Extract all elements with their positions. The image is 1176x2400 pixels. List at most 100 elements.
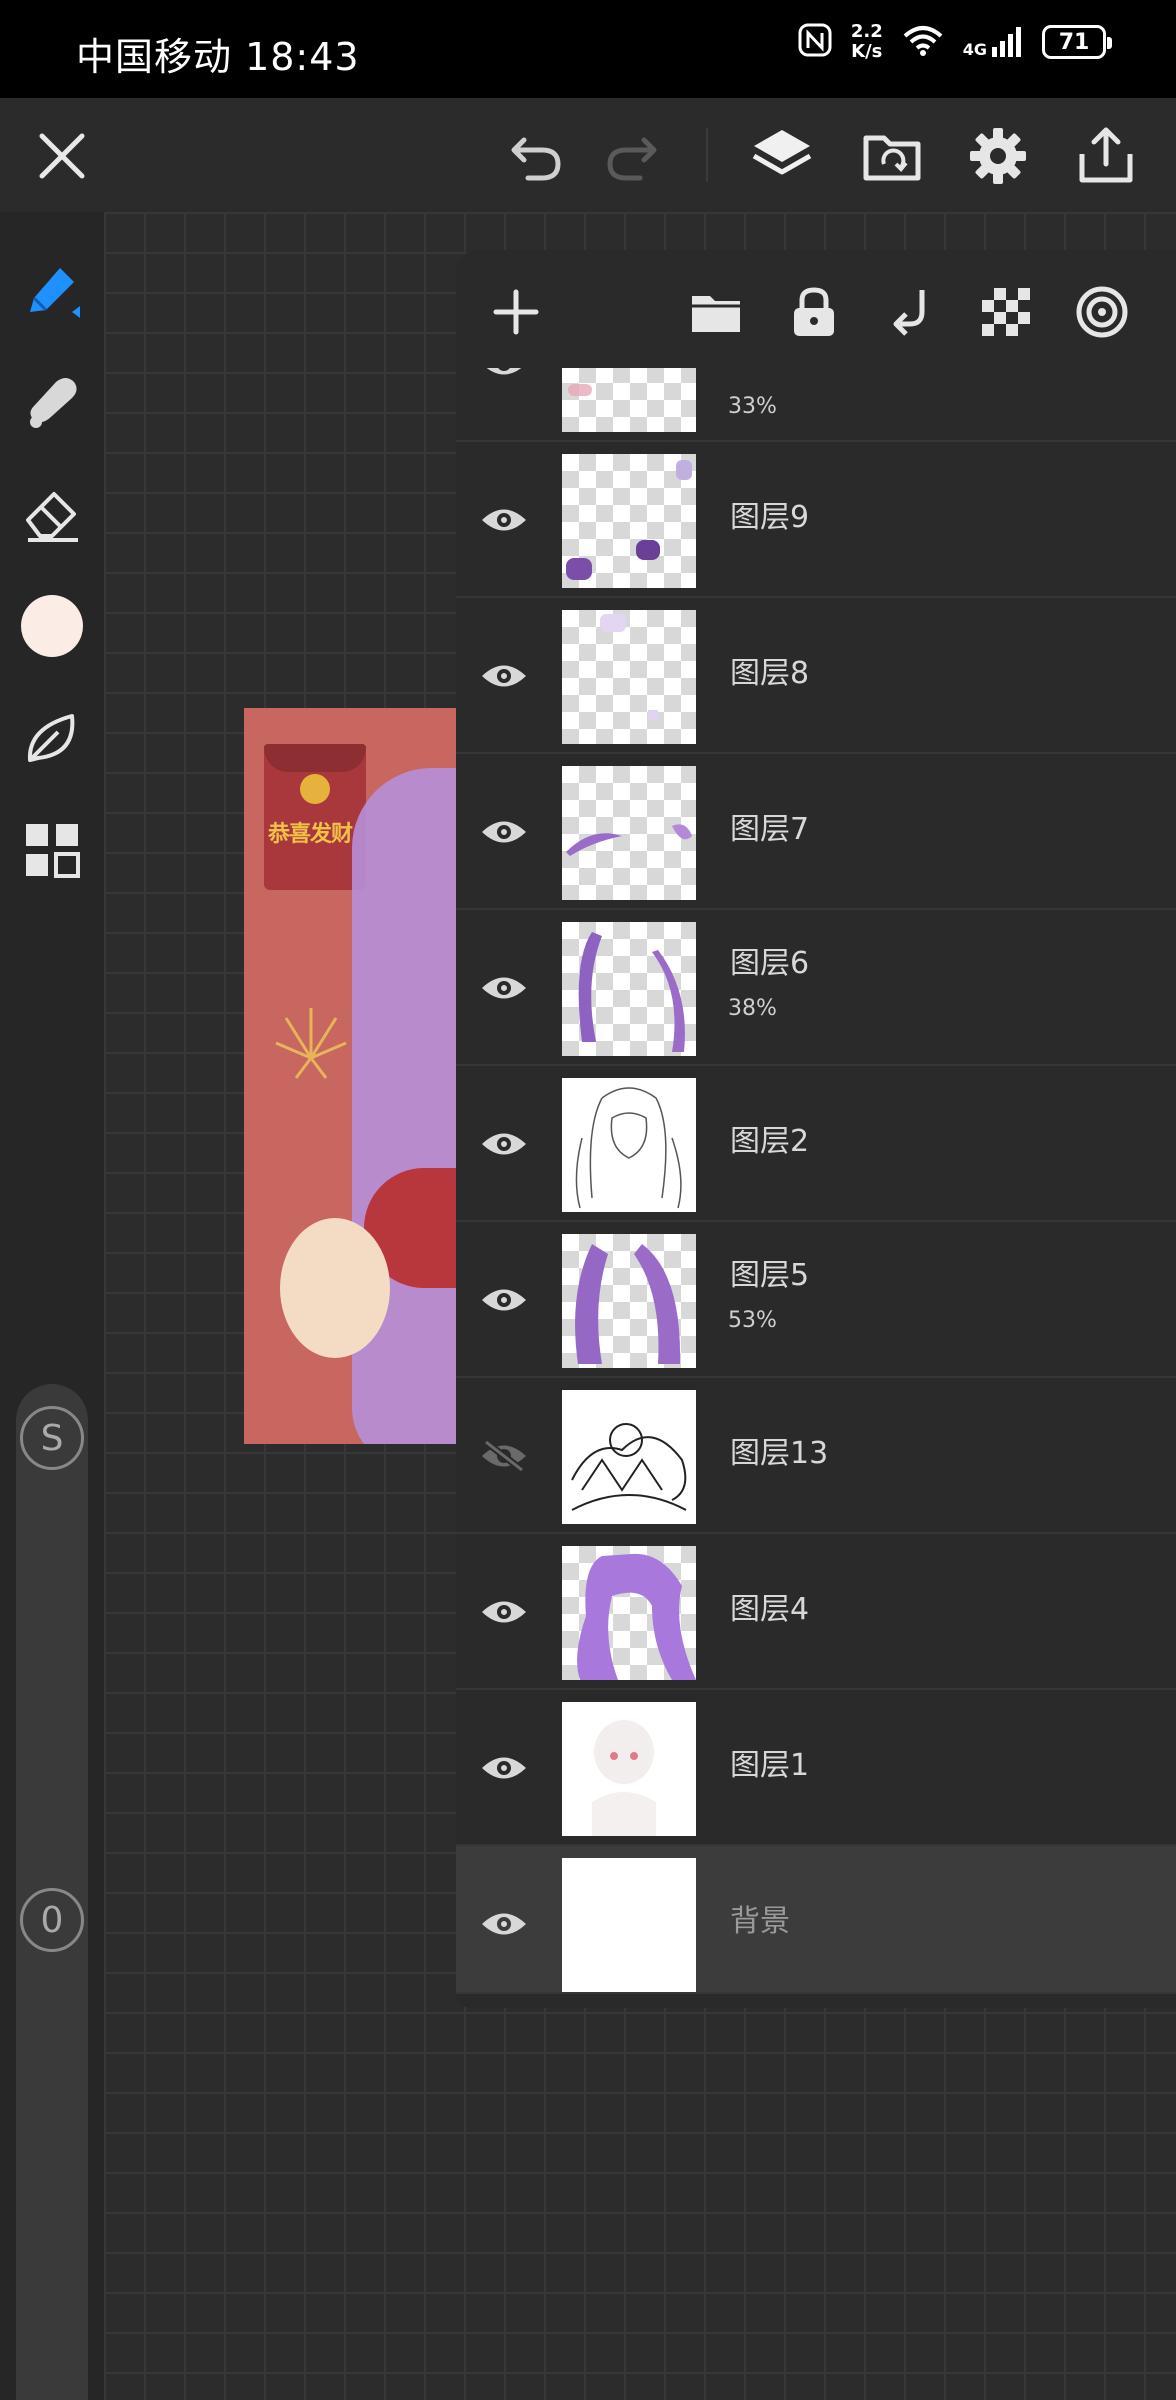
layer-row[interactable]: 图层1 xyxy=(456,1690,1176,1846)
size-badge: S xyxy=(20,1406,84,1470)
layer-opacity: 38% xyxy=(728,996,777,1021)
eraser-icon xyxy=(26,492,78,542)
pen-icon xyxy=(30,268,80,318)
signal-icon xyxy=(992,27,1021,57)
eye-icon xyxy=(482,1133,526,1155)
add-icon xyxy=(493,289,539,335)
layer-name: 图层5 xyxy=(730,1258,810,1293)
layer-thumbnail xyxy=(562,922,696,1056)
lock-icon xyxy=(794,287,834,336)
visibility-toggle[interactable] xyxy=(474,958,534,1018)
layers-button[interactable] xyxy=(742,116,822,196)
envelope-flap xyxy=(264,744,366,772)
import-button[interactable] xyxy=(852,116,932,196)
eye-icon xyxy=(482,977,526,999)
layer-thumbnail xyxy=(562,1546,696,1680)
toolbar-divider xyxy=(706,128,708,182)
eraser-tool[interactable] xyxy=(12,474,92,554)
layer-thumbnail xyxy=(562,766,696,900)
target-icon xyxy=(1076,286,1128,338)
grid-icon xyxy=(26,824,80,878)
firework-icon xyxy=(275,1008,347,1079)
settings-button[interactable] xyxy=(958,116,1038,196)
layer-name: 图层1 xyxy=(730,1748,810,1783)
layer-row[interactable]: 图层5 53% xyxy=(456,1222,1176,1378)
pen-tool[interactable] xyxy=(12,250,92,330)
color-swatch[interactable] xyxy=(12,586,92,666)
layer-thumbnail xyxy=(562,1702,696,1836)
leaf-icon xyxy=(27,714,75,762)
signal-group: 4G xyxy=(963,25,1024,59)
visibility-toggle[interactable] xyxy=(474,802,534,862)
share-icon xyxy=(1079,127,1133,183)
eye-icon xyxy=(482,821,526,843)
close-icon xyxy=(39,133,85,179)
alpha-lock-button[interactable] xyxy=(974,280,1038,344)
layer-thumbnail xyxy=(562,1234,696,1368)
nfc-icon xyxy=(797,22,833,62)
visibility-toggle[interactable] xyxy=(474,1114,534,1174)
top-toolbar xyxy=(0,98,1176,212)
eye-icon xyxy=(482,1289,526,1311)
net-speed-unit: K/s xyxy=(851,41,883,62)
layer-row[interactable]: 图层4 xyxy=(456,1534,1176,1690)
layer-row[interactable]: 图层7 xyxy=(456,754,1176,910)
layer-row[interactable]: 图层9 xyxy=(456,442,1176,598)
layer-row[interactable]: 图层6 38% xyxy=(456,910,1176,1066)
layer-name: 背景 xyxy=(730,1904,790,1939)
layer-thumbnail xyxy=(562,610,696,744)
visibility-toggle[interactable] xyxy=(474,1894,534,1954)
merge-down-button[interactable] xyxy=(878,280,942,344)
visibility-toggle[interactable] xyxy=(474,490,534,550)
eye-icon xyxy=(482,1757,526,1779)
visibility-toggle[interactable] xyxy=(474,1738,534,1798)
layer-name: 图层2 xyxy=(730,1124,810,1159)
eye-hidden-icon xyxy=(482,1439,526,1473)
artwork-canvas[interactable]: 恭喜发财 xyxy=(244,708,456,1444)
network-type: 4G xyxy=(962,40,987,59)
visibility-toggle[interactable] xyxy=(474,1426,534,1486)
current-color-dot xyxy=(21,595,83,657)
status-icons: 2.2 K/s 4G 71 xyxy=(797,21,1112,62)
redo-button[interactable] xyxy=(592,116,672,196)
net-speed-value: 2.2 xyxy=(850,21,883,42)
carrier-time: 中国移动 18:43 xyxy=(76,35,360,79)
layers-toolbar xyxy=(456,250,1176,368)
coin-icon xyxy=(300,774,330,804)
eye-icon xyxy=(482,1913,526,1935)
redo-icon xyxy=(607,137,657,181)
layer-opacity: 33% xyxy=(728,394,777,419)
left-toolbar: S 0 xyxy=(0,212,104,2400)
undo-button[interactable] xyxy=(496,116,576,196)
reference-button[interactable] xyxy=(1070,280,1134,344)
folder-button[interactable] xyxy=(684,280,748,344)
status-bar: 中国移动 18:43 2.2 K/s 4G 71 xyxy=(0,0,1176,98)
layer-thumbnail xyxy=(562,1390,696,1524)
layer-row[interactable]: 图层8 xyxy=(456,598,1176,754)
gallery-tool[interactable] xyxy=(12,810,92,890)
layers-icon xyxy=(752,130,812,175)
layer-thumbnail xyxy=(562,454,696,588)
wifi-icon xyxy=(901,22,945,62)
add-layer-button[interactable] xyxy=(484,280,548,344)
visibility-toggle[interactable] xyxy=(474,646,534,706)
undo-icon xyxy=(511,137,561,181)
lock-button[interactable] xyxy=(782,280,846,344)
layer-row[interactable]: 图层2 xyxy=(456,1066,1176,1222)
layer-row[interactable]: 背景 xyxy=(456,1846,1176,1994)
layer-opacity: 53% xyxy=(728,1308,777,1333)
visibility-toggle[interactable] xyxy=(474,1582,534,1642)
import-icon xyxy=(863,135,921,181)
layer-name: 图层9 xyxy=(730,500,810,535)
leaf-tool[interactable] xyxy=(12,698,92,778)
layer-row[interactable]: 图层13 xyxy=(456,1378,1176,1534)
smudge-tool[interactable] xyxy=(12,362,92,442)
checker-icon xyxy=(982,288,1030,336)
layer-thumbnail xyxy=(562,1078,696,1212)
layer-name: 图层13 xyxy=(730,1436,829,1471)
close-button[interactable] xyxy=(22,116,102,196)
layer-thumbnail xyxy=(562,1858,696,1992)
visibility-toggle[interactable] xyxy=(474,1270,534,1330)
red-envelope: 恭喜发财 xyxy=(264,744,366,890)
share-button[interactable] xyxy=(1066,116,1146,196)
